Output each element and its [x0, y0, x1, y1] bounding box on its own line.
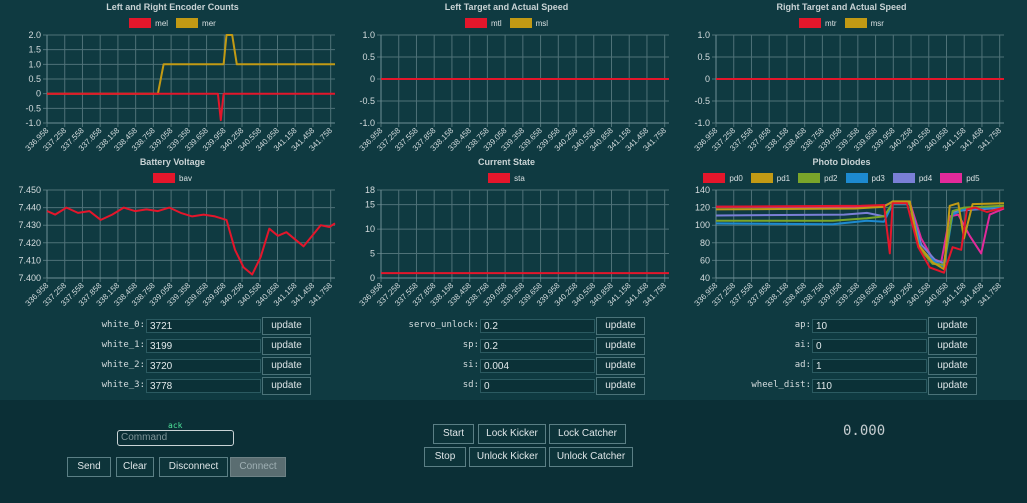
- param-input[interactable]: 0: [812, 339, 927, 353]
- param-input[interactable]: 0.004: [480, 359, 595, 373]
- command-input[interactable]: Command: [117, 430, 234, 446]
- update-button[interactable]: update: [596, 337, 645, 355]
- disconnect-button[interactable]: Disconnect: [159, 457, 228, 477]
- param-input[interactable]: 3199: [146, 339, 261, 353]
- param-label: sd:: [462, 380, 479, 390]
- control-panel: ack Command Send Clear Disconnect Connec…: [0, 400, 1027, 503]
- y-tick-label: 0: [705, 74, 710, 84]
- y-tick-label: 18: [365, 185, 375, 195]
- charts-panel: Left and Right Encoder Counts mel mer 2.0 1.…: [0, 0, 1027, 400]
- y-tick-label: 0: [36, 89, 41, 99]
- unlock-catcher-button[interactable]: Unlock Catcher: [549, 447, 633, 467]
- param-label: ap:: [794, 320, 811, 330]
- battery-chart: Battery Voltage bav 7.450 7.440 7.430 7.420 7.…: [0, 155, 345, 315]
- y-tick-label: 1.5: [28, 45, 41, 55]
- y-tick-label: 100: [695, 220, 710, 230]
- y-tick-label: 2.0: [28, 30, 41, 40]
- y-tick-label: 40: [700, 273, 710, 283]
- chart-plot: 7.4507.4407.4307.4207.4107.400336.958337…: [18, 185, 336, 308]
- chart-plot: 18151050336.958337.258337.558337.858338.…: [358, 185, 669, 308]
- update-button[interactable]: update: [928, 357, 977, 375]
- y-tick-label: -1.0: [25, 118, 41, 128]
- y-tick-label: -1.0: [694, 118, 710, 128]
- y-tick-label: 7.420: [18, 238, 41, 248]
- update-button[interactable]: update: [262, 337, 311, 355]
- update-button[interactable]: update: [928, 337, 977, 355]
- param-label: ad:: [794, 360, 811, 370]
- y-tick-label: 1.0: [697, 30, 710, 40]
- value-display: 0.000: [843, 423, 886, 439]
- y-tick-label: 0: [370, 74, 375, 84]
- chart-plot: 2.01.51.00.50-0.5-1.0336.958337.258337.5…: [24, 30, 335, 153]
- unlock-kicker-button[interactable]: Unlock Kicker: [469, 447, 546, 467]
- y-tick-label: -0.5: [359, 96, 375, 106]
- param-input[interactable]: 10: [812, 319, 927, 333]
- y-tick-label: 1.0: [28, 59, 41, 69]
- stop-button[interactable]: Stop: [424, 447, 466, 467]
- param-input[interactable]: 0.2: [480, 339, 595, 353]
- y-tick-label: 0.5: [362, 52, 375, 62]
- left-speed-chart: Left Target and Actual Speed mtl msl 1.0 0.5…: [334, 0, 679, 160]
- connect-button[interactable]: Connect: [230, 457, 286, 477]
- y-tick-label: 7.430: [18, 220, 41, 230]
- update-button[interactable]: update: [596, 357, 645, 375]
- y-tick-label: 7.440: [18, 203, 41, 213]
- chart-plot: 1.00.50-0.5-1.0336.958337.258337.558337.…: [693, 30, 1004, 153]
- update-button[interactable]: update: [596, 377, 645, 395]
- param-label: ai:: [794, 340, 811, 350]
- y-tick-label: 15: [365, 200, 375, 210]
- y-tick-label: 0.5: [697, 52, 710, 62]
- y-tick-label: 10: [365, 224, 375, 234]
- y-tick-label: 7.410: [18, 255, 41, 265]
- right-speed-chart: Right Target and Actual Speed mtr msr 1.0 0.…: [669, 0, 1014, 160]
- param-label: white_0:: [101, 320, 145, 330]
- param-input[interactable]: 3721: [146, 319, 261, 333]
- y-tick-label: 1.0: [362, 30, 375, 40]
- series-line-bav: [46, 206, 336, 276]
- y-tick-label: -0.5: [694, 96, 710, 106]
- update-button[interactable]: update: [596, 317, 645, 335]
- start-button[interactable]: Start: [433, 424, 474, 444]
- send-button[interactable]: Send: [67, 457, 111, 477]
- param-input[interactable]: 0.2: [480, 319, 595, 333]
- clear-button[interactable]: Clear: [116, 457, 154, 477]
- y-tick-label: 0: [370, 273, 375, 283]
- chart-plot: 140120100806040336.958337.258337.558337.…: [693, 185, 1005, 308]
- y-tick-label: 140: [695, 185, 710, 195]
- chart-plot: 1.00.50-0.5-1.0336.958337.258337.558337.…: [358, 30, 669, 153]
- y-tick-label: 0.5: [28, 74, 41, 84]
- param-input[interactable]: 3778: [146, 379, 261, 393]
- series-line-mel: [47, 92, 335, 122]
- param-input[interactable]: 110: [812, 379, 927, 393]
- state-chart: Current State sta 18 15 10 5 0 336.958 337.258 33…: [334, 155, 679, 315]
- y-tick-label: 5: [370, 249, 375, 259]
- param-label: white_3:: [101, 380, 145, 390]
- update-button[interactable]: update: [262, 357, 311, 375]
- param-input[interactable]: 1: [812, 359, 927, 373]
- update-button[interactable]: update: [928, 377, 977, 395]
- photodiode-chart: Photo Diodes pd0 pd1 pd2 pd3 pd4 pd5 140 120 100 8…: [669, 155, 1014, 315]
- param-input[interactable]: 3720: [146, 359, 261, 373]
- update-button[interactable]: update: [262, 377, 311, 395]
- param-label: white_1:: [101, 340, 145, 350]
- lock-catcher-button[interactable]: Lock Catcher: [549, 424, 626, 444]
- param-label: si:: [462, 360, 479, 370]
- lock-kicker-button[interactable]: Lock Kicker: [478, 424, 546, 444]
- y-tick-label: -0.5: [25, 103, 41, 113]
- encoder-chart: Left and Right Encoder Counts mel mer 2.0 1.…: [0, 0, 345, 160]
- update-button[interactable]: update: [928, 317, 977, 335]
- y-tick-label: -1.0: [359, 118, 375, 128]
- y-tick-label: 80: [700, 238, 710, 248]
- y-tick-label: 60: [700, 255, 710, 265]
- param-label: servo_unlock:: [408, 320, 479, 330]
- param-label: sp:: [462, 340, 479, 350]
- y-tick-label: 120: [695, 203, 710, 213]
- ack-label: ack: [168, 421, 183, 430]
- param-input[interactable]: 0: [480, 379, 595, 393]
- y-tick-label: 7.450: [18, 185, 41, 195]
- param-label: wheel_dist:: [751, 380, 811, 390]
- update-button[interactable]: update: [262, 317, 311, 335]
- y-tick-label: 7.400: [18, 273, 41, 283]
- param-label: white_2:: [101, 360, 145, 370]
